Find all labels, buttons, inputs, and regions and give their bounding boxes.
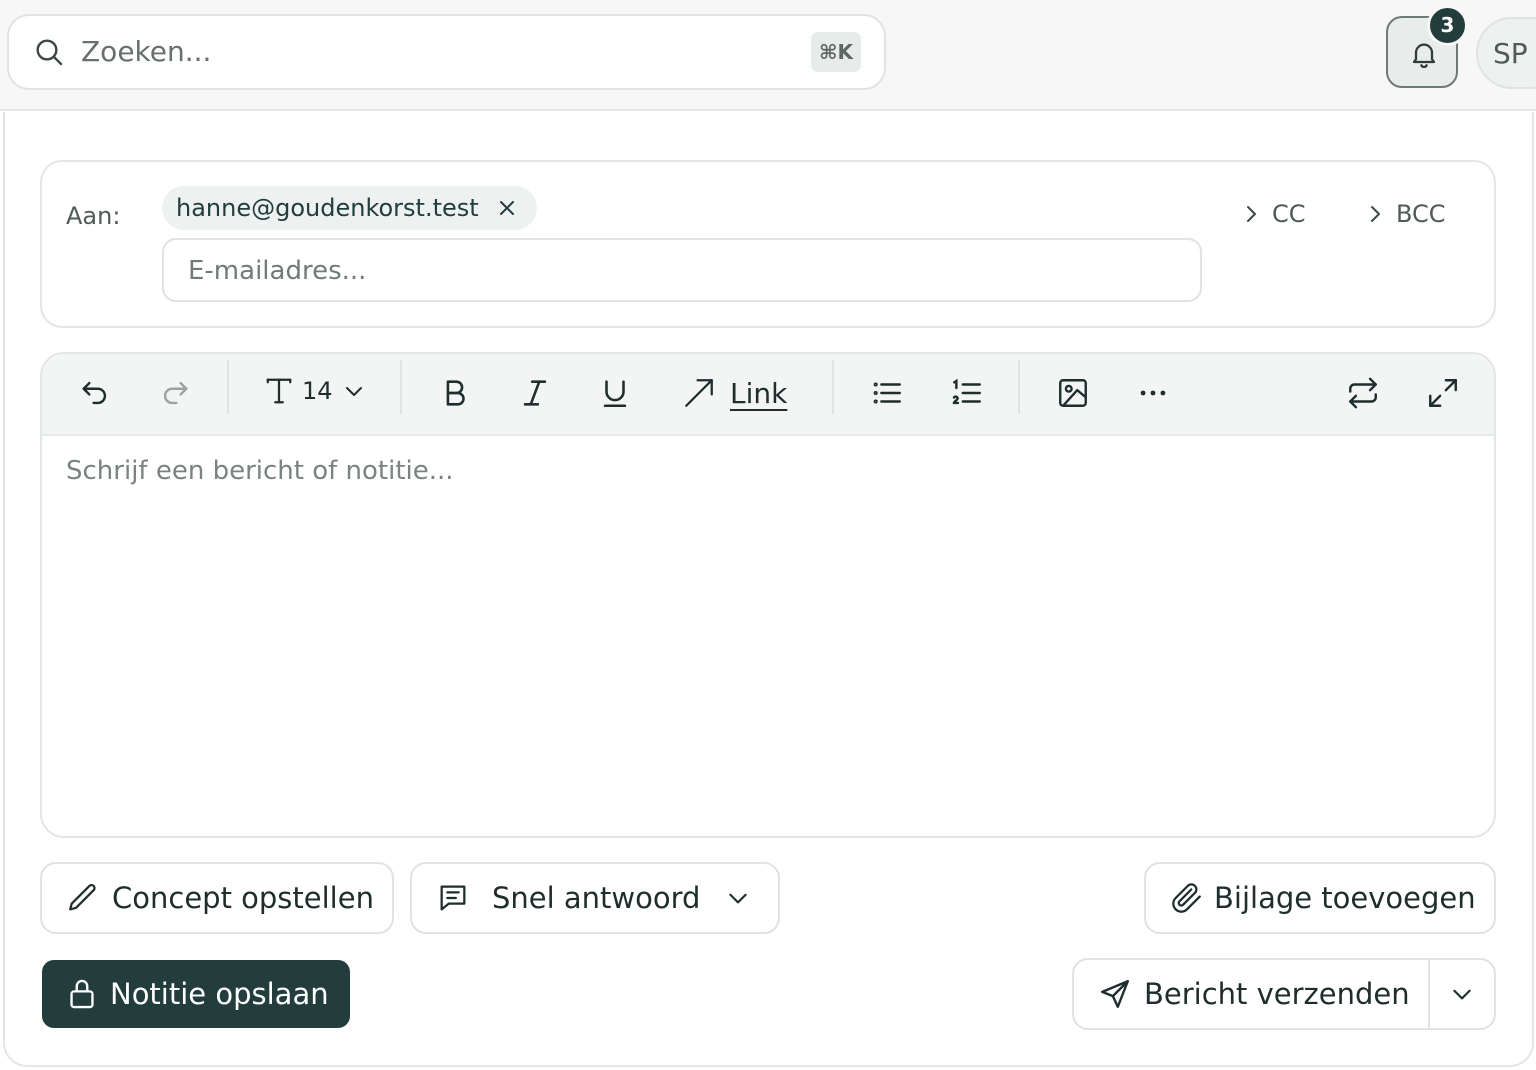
save-note-label: Notitie opslaan [110, 977, 329, 1011]
avatar[interactable]: SP [1476, 17, 1536, 89]
search-icon [33, 36, 65, 68]
chevron-down-icon [726, 886, 750, 910]
lock-icon [66, 977, 98, 1011]
message-body-input[interactable]: Schrijf een bericht of notitie... [66, 456, 454, 486]
toolbar-divider [227, 360, 229, 414]
bcc-toggle-button[interactable]: BCC [1366, 200, 1446, 228]
font-size-value: 14 [302, 377, 333, 405]
send-button-group: Bericht verzenden [1072, 958, 1496, 1030]
email-field-placeholder: E-mailadres... [188, 256, 367, 286]
image-icon[interactable] [1056, 376, 1090, 410]
email-field[interactable]: E-mailadres... [162, 238, 1202, 302]
send-icon [1098, 977, 1132, 1011]
arrow-up-right-icon [682, 376, 716, 410]
avatar-initials: SP [1493, 37, 1528, 70]
bcc-label: BCC [1396, 200, 1446, 228]
numbered-list-icon[interactable] [950, 376, 984, 410]
quick-reply-label: Snel antwoord [492, 881, 701, 915]
chevron-right-icon [1242, 203, 1260, 225]
send-button-label: Bericht verzenden [1144, 977, 1410, 1011]
paperclip-icon [1170, 881, 1204, 915]
italic-icon[interactable] [518, 376, 552, 410]
send-button[interactable]: Bericht verzenden [1074, 960, 1430, 1028]
toolbar-divider [832, 360, 834, 414]
link-button[interactable]: Link [682, 376, 787, 410]
draft-button-label: Concept opstellen [112, 881, 374, 915]
undo-icon[interactable] [78, 376, 112, 410]
search-input[interactable]: Zoeken... [81, 35, 211, 68]
draft-button[interactable]: Concept opstellen [40, 862, 394, 934]
text-size-icon [264, 374, 294, 408]
redo-icon[interactable] [158, 376, 192, 410]
save-note-button[interactable]: Notitie opslaan [42, 960, 350, 1028]
link-label: Link [730, 376, 788, 410]
cc-label: CC [1272, 200, 1306, 228]
remove-recipient-icon[interactable] [497, 198, 517, 218]
expand-icon[interactable] [1426, 376, 1460, 410]
repeat-icon[interactable] [1346, 376, 1380, 410]
top-bar: Zoeken... ⌘K 3 SP [0, 0, 1536, 111]
font-size-dropdown[interactable]: 14 [264, 374, 365, 408]
message-icon [436, 881, 470, 915]
search-shortcut: ⌘K [811, 32, 861, 72]
bold-icon[interactable] [438, 376, 472, 410]
cc-toggle-button[interactable]: CC [1242, 200, 1306, 228]
notification-badge: 3 [1427, 5, 1468, 46]
message-editor: 14 Link Schrijf een bericht of notitie..… [40, 352, 1496, 838]
to-label: Aan: [66, 202, 121, 230]
quick-reply-dropdown[interactable]: Snel antwoord [410, 862, 780, 934]
chevron-down-icon [343, 380, 365, 402]
recipients-panel: Aan: hanne@goudenkorst.test E-mailadres.… [40, 160, 1496, 328]
attach-button[interactable]: Bijlage toevoegen [1144, 862, 1496, 934]
bullet-list-icon[interactable] [870, 376, 904, 410]
pencil-icon [66, 881, 100, 915]
search-box[interactable]: Zoeken... ⌘K [7, 14, 886, 90]
attach-button-label: Bijlage toevoegen [1214, 881, 1476, 915]
more-options-icon[interactable] [1136, 376, 1170, 410]
underline-icon[interactable] [598, 376, 632, 410]
bell-icon [1408, 38, 1440, 70]
chevron-right-icon [1366, 203, 1384, 225]
send-options-chevron-icon[interactable] [1450, 982, 1474, 1006]
recipient-chip-email: hanne@goudenkorst.test [176, 194, 479, 222]
formatting-toolbar: 14 Link [42, 354, 1494, 436]
toolbar-divider [400, 360, 402, 414]
recipient-chip: hanne@goudenkorst.test [162, 186, 537, 230]
toolbar-divider [1018, 360, 1020, 414]
